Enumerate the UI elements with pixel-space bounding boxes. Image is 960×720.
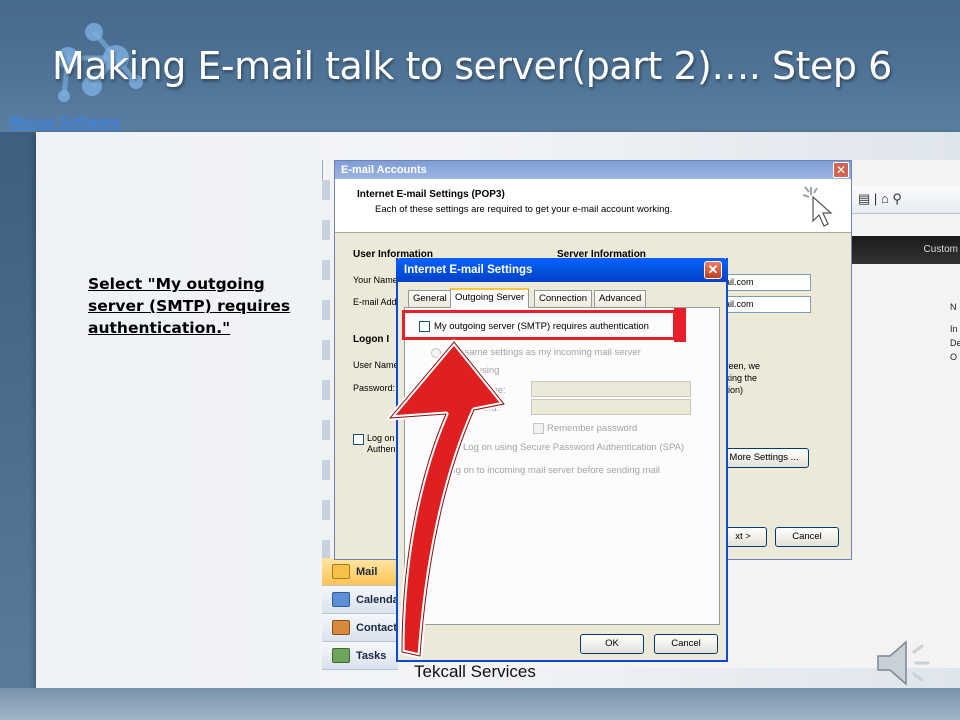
user-name-field[interactable]	[531, 381, 691, 397]
search-icon[interactable]: ⚲	[892, 191, 902, 206]
tasks-icon	[332, 648, 350, 663]
home-icon[interactable]: ⌂	[881, 191, 889, 206]
dialog-heading: Internet E-mail Settings (POP3)	[357, 189, 505, 200]
outlook-list-fragment: N In De O	[950, 300, 960, 364]
red-arrow-icon	[387, 339, 507, 659]
more-settings-button[interactable]: More Settings ...	[719, 448, 809, 468]
outgoing-server-field[interactable]: ail.com	[721, 296, 811, 313]
tab-general[interactable]: General	[408, 290, 452, 307]
footer-text: Tekcall Services	[414, 662, 536, 681]
tab-outgoing-server[interactable]: Outgoing Server	[450, 288, 530, 308]
outlook-header-band: Custom	[850, 236, 960, 264]
your-name-label: Your Name	[353, 275, 398, 285]
logon-spa-checkbox[interactable]	[353, 434, 364, 445]
toolbar-icons[interactable]: ▤ | ⌂ ⚲	[858, 191, 902, 207]
settings-titlebar: Internet E-mail Settings	[396, 258, 728, 282]
dialog-banner: Internet E-mail Settings (POP3) Each of …	[335, 179, 851, 233]
print-icon[interactable]: ▤	[858, 191, 870, 206]
fragment-text: In	[950, 324, 958, 334]
speaker-icon[interactable]	[872, 634, 936, 692]
mail-icon	[332, 564, 350, 579]
highlight-tab	[674, 308, 686, 342]
fragment-text: De	[950, 338, 960, 348]
bottom-strip	[0, 688, 960, 720]
outlook-edge	[322, 180, 330, 560]
incoming-server-field[interactable]: ail.com	[721, 274, 811, 291]
ok-button[interactable]: OK	[580, 634, 644, 654]
fragment-text: O	[950, 352, 958, 362]
remember-password-label: Remember password	[547, 423, 638, 434]
tab-connection[interactable]: Connection	[534, 290, 593, 307]
dialog-title: Internet E-mail Settings	[404, 264, 533, 276]
logo-text: Mouse Software	[10, 116, 122, 131]
slide-title: Making E-mail talk to server(part 2)…. S…	[52, 44, 892, 88]
tab-advanced[interactable]: Advanced	[594, 290, 647, 307]
contacts-icon	[332, 620, 350, 635]
password-field[interactable]	[531, 399, 691, 415]
email-accounts-titlebar: E-mail Accounts	[335, 161, 851, 179]
separator-icon: |	[873, 191, 878, 206]
instruction-text: Select "My outgoing server (SMTP) requir…	[88, 275, 291, 337]
close-icon[interactable]: ✕	[833, 162, 849, 178]
header-band-text: Custom	[923, 244, 958, 255]
cancel-button[interactable]: Cancel	[654, 634, 718, 654]
nav-label: Mail	[356, 566, 378, 578]
email-address-label: E-mail Add	[353, 297, 397, 307]
dialog-title: E-mail Accounts	[341, 164, 427, 176]
remember-password-checkbox[interactable]	[533, 423, 544, 434]
calendar-icon	[332, 592, 350, 607]
fragment-text: N	[950, 302, 957, 312]
close-icon[interactable]: ✕	[704, 261, 722, 279]
wizard-cursor-icon	[803, 186, 833, 227]
dialog-subheading: Each of these settings are required to g…	[375, 204, 673, 215]
accounts-cancel-button[interactable]: Cancel	[775, 527, 839, 547]
